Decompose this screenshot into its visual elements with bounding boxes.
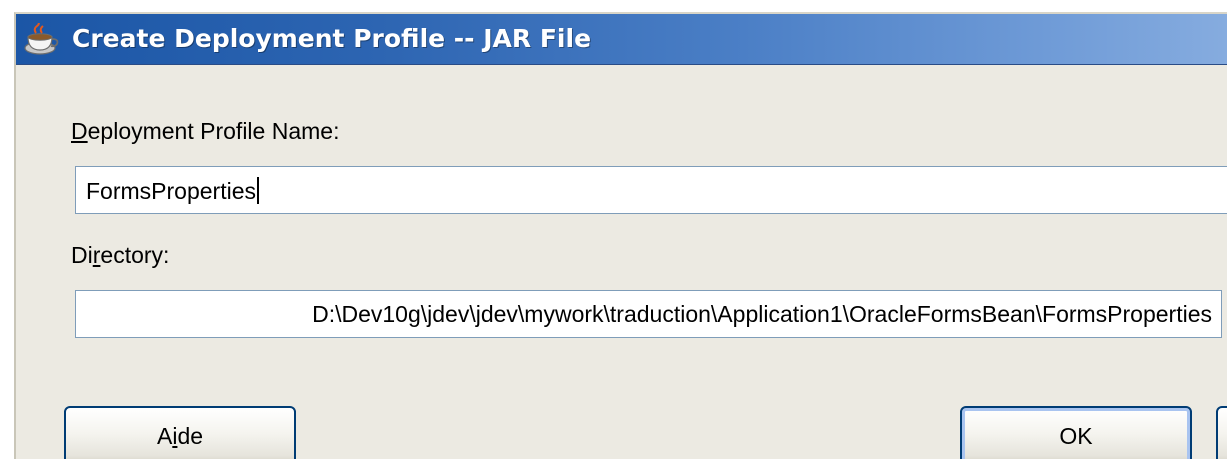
ok-label: OK: [1059, 423, 1093, 449]
directory-label-start: Di: [71, 242, 93, 268]
help-button[interactable]: Aide: [64, 406, 296, 459]
directory-field[interactable]: D:\Dev10g\jdev\jdev\mywork\traduction\Ap…: [75, 290, 1222, 338]
directory-value: D:\Dev10g\jdev\jdev\mywork\traduction\Ap…: [312, 301, 1212, 327]
window-title: Create Deployment Profile -- JAR File: [72, 24, 592, 53]
help-label-start: A: [156, 423, 173, 449]
screen: Create Deployment Profile -- JAR File De…: [0, 0, 1227, 459]
ok-button[interactable]: OK: [960, 406, 1192, 459]
profile-name-field[interactable]: FormsProperties: [75, 166, 1227, 214]
dialog-window: Create Deployment Profile -- JAR File De…: [14, 12, 1227, 459]
java-coffee-cup-icon: [24, 23, 59, 55]
text-caret: [256, 177, 259, 204]
profile-name-text: FormsProperties: [86, 178, 256, 204]
profile-name-label: Deployment Profile Name:: [71, 118, 339, 145]
profile-name-label-mnemonic: D: [71, 118, 88, 144]
profile-name-value: FormsProperties: [86, 177, 259, 205]
title-bar[interactable]: Create Deployment Profile -- JAR File: [16, 14, 1227, 65]
help-label-rest: de: [177, 423, 204, 449]
profile-name-label-text: eployment Profile Name:: [87, 118, 340, 144]
directory-label: Directory:: [71, 242, 169, 269]
cancel-button[interactable]: [1216, 406, 1227, 459]
directory-label-text: ectory:: [100, 242, 170, 268]
